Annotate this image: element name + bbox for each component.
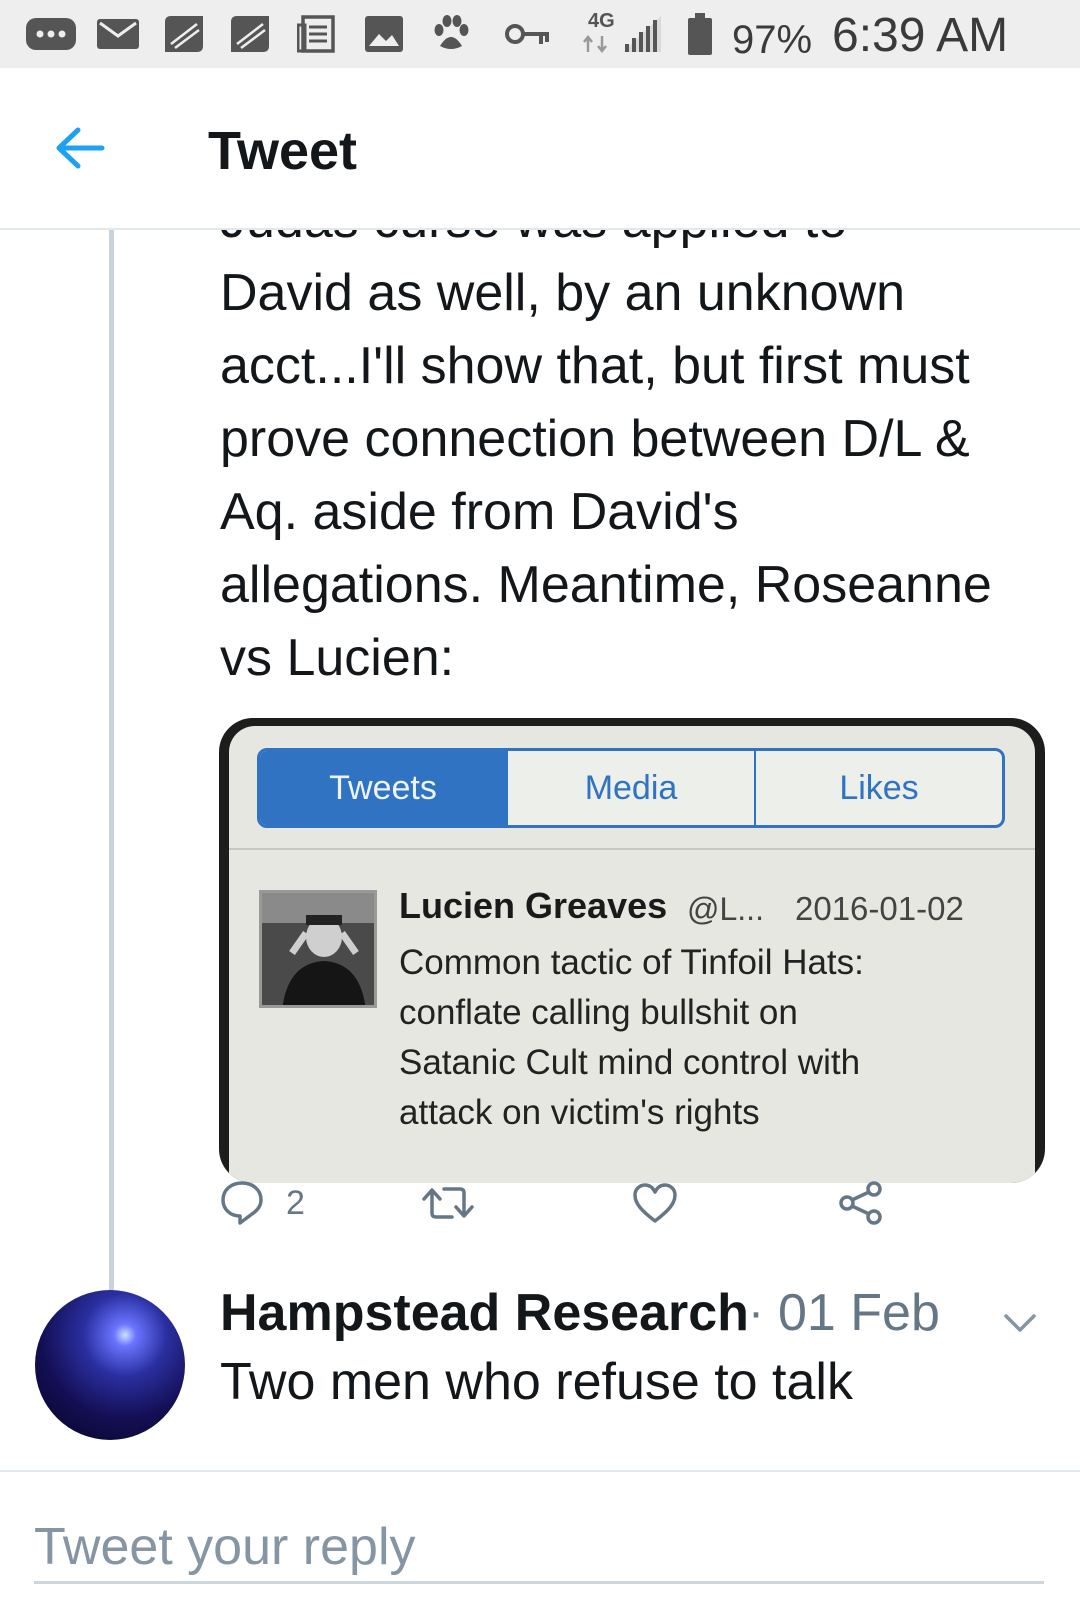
reply-button[interactable]: 2	[220, 1175, 305, 1231]
embedded-tweet-text: Common tactic of Tinfoil Hats: conflate …	[399, 943, 864, 1132]
paw-icon	[430, 14, 472, 54]
reply-count: 2	[286, 1183, 305, 1222]
tweet-media-image[interactable]: Tweets Media Likes Lucien Greaves @L... …	[219, 718, 1045, 1183]
tab-likes: Likes	[839, 768, 919, 807]
tab-tweets: Tweets	[260, 751, 508, 825]
news-icon	[296, 14, 336, 54]
next-tweet-date: 01 Feb	[778, 1284, 940, 1342]
network-icon: 4G	[588, 10, 615, 32]
embedded-tweet-date: 2016-01-02	[795, 890, 964, 927]
retweet-button[interactable]	[420, 1175, 476, 1231]
image-icon	[364, 14, 404, 54]
blackberry-icon	[162, 14, 206, 54]
page-title: Tweet	[208, 121, 358, 181]
battery-icon	[686, 13, 714, 55]
share-button[interactable]	[838, 1175, 884, 1231]
heart-icon	[633, 1183, 677, 1223]
network-arrows-icon	[578, 34, 612, 54]
back-arrow-icon	[56, 127, 105, 169]
retweet-icon	[422, 1187, 474, 1219]
app-header: Tweet	[0, 68, 1080, 230]
share-icon	[839, 1181, 882, 1225]
mail-icon	[96, 14, 140, 54]
more-icon	[26, 14, 76, 54]
screenshot-screen: Tweets Media Likes Lucien Greaves @L... …	[229, 726, 1035, 1183]
next-tweet-avatar[interactable]	[35, 1290, 185, 1440]
battery-percent: 97%	[732, 18, 813, 62]
tweet-action-bar: 2	[220, 1175, 920, 1235]
tab-media: Media	[508, 751, 756, 825]
embedded-author-handle: @L...	[687, 891, 764, 927]
thread-connector-line	[109, 230, 114, 1325]
clock: 6:39 AM	[832, 9, 1009, 62]
tweet-thread[interactable]: Judas curse was applied to David as well…	[0, 230, 1080, 1470]
blackberry-icon	[228, 14, 272, 54]
chevron-down-icon[interactable]	[998, 1300, 1042, 1344]
profile-tab-segment: Tweets Media Likes	[257, 748, 1005, 828]
segment-divider	[229, 848, 1035, 850]
tweet-body-text: Judas curse was applied to David as well…	[220, 230, 992, 687]
next-tweet-separator: ·	[748, 1286, 764, 1339]
like-button[interactable]	[632, 1175, 678, 1231]
signal-icon	[620, 14, 664, 54]
reply-input[interactable]	[34, 1512, 1044, 1584]
reply-bar	[0, 1470, 1080, 1620]
next-tweet-text: Two men who refuse to talk	[220, 1353, 853, 1411]
embedded-author-name: Lucien Greaves	[399, 885, 668, 926]
reply-icon	[221, 1181, 263, 1225]
back-button[interactable]	[50, 118, 110, 178]
status-bar: 4G 97% 6:39 AM	[0, 0, 1080, 68]
embedded-avatar	[259, 890, 377, 1008]
key-icon	[504, 14, 552, 54]
next-tweet-author[interactable]: Hampstead Research	[220, 1282, 749, 1344]
